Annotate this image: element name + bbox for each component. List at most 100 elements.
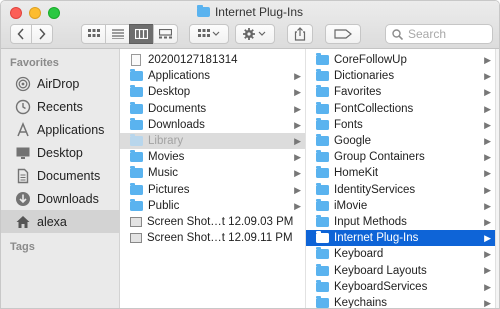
list-item-label: Music <box>148 167 179 180</box>
sidebar-item-recents[interactable]: Recents <box>1 95 119 118</box>
list-item[interactable]: Google ▶ <box>306 133 495 149</box>
list-item-label: Screen Shot…t 12.09.11 PM <box>147 232 293 245</box>
folder-icon <box>316 198 329 211</box>
folder-icon <box>316 53 329 66</box>
folder-icon <box>316 101 329 114</box>
document-icon <box>17 168 29 183</box>
desktop-icon <box>16 147 30 159</box>
column-home: 20200127181314 Applications ▶ Desktop ▶ Do… <box>120 49 306 308</box>
list-item[interactable]: Movies ▶ <box>120 149 305 165</box>
list-item-label: 20200127181314 <box>148 54 238 67</box>
list-item[interactable]: Keyboard Layouts ▶ <box>306 262 495 278</box>
chevron-right-icon <box>39 28 46 40</box>
list-item-label: Screen Shot…t 12.09.03 PM <box>147 215 294 228</box>
sidebar-item-desktop[interactable]: Desktop <box>1 141 119 164</box>
view-mode-group <box>81 24 178 44</box>
folder-icon <box>130 182 143 195</box>
list-item[interactable]: IdentityServices ▶ <box>306 182 495 198</box>
column-library: CoreFollowUp ▶ Dictionaries ▶ Favorites ▶ F… <box>306 49 495 308</box>
list-item[interactable]: Public ▶ <box>120 198 305 214</box>
column-view-icon <box>135 29 148 39</box>
list-item-label: Keyboard Layouts <box>334 264 427 277</box>
gallery-view-button[interactable] <box>153 24 178 44</box>
list-item[interactable]: Fonts ▶ <box>306 117 495 133</box>
sidebar-item-documents[interactable]: Documents <box>1 164 119 187</box>
list-item-label: KeyboardServices <box>334 280 428 293</box>
sidebar-item-label: Documents <box>37 168 101 183</box>
folder-icon <box>316 182 329 195</box>
column-view-button[interactable] <box>129 24 154 44</box>
forward-button[interactable] <box>31 24 53 44</box>
folder-icon <box>316 263 329 276</box>
chevron-right-icon: ▶ <box>484 152 491 163</box>
list-item[interactable]: Input Methods ▶ <box>306 214 495 230</box>
sidebar-item-airdrop[interactable]: AirDrop <box>1 72 119 95</box>
list-item-label: Documents <box>148 102 207 115</box>
list-item-selected[interactable]: Internet Plug-Ins ▶ <box>306 230 495 247</box>
list-item[interactable]: Downloads ▶ <box>120 117 305 133</box>
list-item-label: CoreFollowUp <box>334 54 407 67</box>
text-file-icon <box>131 54 141 67</box>
chevron-right-icon: ▶ <box>294 135 301 146</box>
list-item-label: Favorites <box>334 86 382 99</box>
list-item-label: Applications <box>148 70 211 83</box>
list-item[interactable]: CoreFollowUp ▶ <box>306 52 495 68</box>
icon-view-icon <box>87 29 100 37</box>
list-item[interactable]: KeyboardServices ▶ <box>306 279 495 295</box>
list-item-label: HomeKit <box>334 167 379 180</box>
sidebar-item-applications[interactable]: Applications <box>1 118 119 141</box>
download-icon <box>16 191 30 206</box>
list-item[interactable]: Dictionaries ▶ <box>306 68 495 84</box>
folder-icon <box>316 117 329 130</box>
list-item-selected[interactable]: Library ▶ <box>120 132 305 150</box>
airdrop-icon <box>15 76 31 91</box>
list-item-label: Downloads <box>148 118 205 131</box>
list-item[interactable]: FontCollections ▶ <box>306 101 495 117</box>
list-item[interactable]: Keyboard ▶ <box>306 246 495 262</box>
column-scroll-edge[interactable] <box>495 49 499 308</box>
list-item[interactable]: Desktop ▶ <box>120 84 305 100</box>
list-item[interactable]: Group Containers ▶ <box>306 149 495 165</box>
list-view-button[interactable] <box>105 24 130 44</box>
search-icon <box>392 28 403 40</box>
back-button[interactable] <box>10 24 32 44</box>
list-item[interactable]: Screen Shot…t 12.09.11 PM <box>120 230 305 246</box>
sidebar-item-alexa[interactable]: alexa <box>1 210 119 233</box>
list-item[interactable]: iMovie ▶ <box>306 198 495 214</box>
sidebar-item-downloads[interactable]: Downloads <box>1 187 119 210</box>
list-item[interactable]: Favorites ▶ <box>306 84 495 100</box>
list-item[interactable]: Music ▶ <box>120 165 305 181</box>
list-item[interactable]: Pictures ▶ <box>120 182 305 198</box>
list-item-label: Google <box>334 135 372 148</box>
chevron-right-icon: ▶ <box>484 297 491 308</box>
window-title: Internet Plug-Ins <box>1 5 499 19</box>
search-input[interactable] <box>408 27 488 41</box>
search-field[interactable] <box>385 24 493 44</box>
chevron-right-icon: ▶ <box>484 184 491 195</box>
chevron-right-icon: ▶ <box>294 200 301 211</box>
tag-button[interactable] <box>325 24 361 44</box>
list-item[interactable]: Applications ▶ <box>120 68 305 84</box>
folder-icon <box>130 198 143 211</box>
tags-header: Tags <box>10 241 35 253</box>
list-item[interactable]: Keychains ▶ <box>306 295 495 308</box>
image-file-icon <box>130 233 142 244</box>
share-button[interactable] <box>287 24 313 44</box>
list-item[interactable]: Screen Shot…t 12.09.03 PM <box>120 214 305 230</box>
list-item-label: Group Containers <box>334 151 425 164</box>
finder-window: Internet Plug-Ins Search Favorites AirDr… <box>0 0 500 309</box>
chevron-right-icon: ▶ <box>484 281 491 292</box>
arrange-button[interactable] <box>189 24 229 44</box>
list-item[interactable]: 20200127181314 <box>120 52 305 68</box>
list-item[interactable]: HomeKit ▶ <box>306 165 495 181</box>
list-item-label: Desktop <box>148 86 191 99</box>
icon-view-button[interactable] <box>81 24 106 44</box>
action-menu-button[interactable] <box>235 24 275 44</box>
chevron-right-icon: ▶ <box>294 152 301 163</box>
folder-icon <box>316 150 329 163</box>
sidebar-item-label: AirDrop <box>37 76 80 91</box>
sidebar: Favorites AirDrop Recents Applications D… <box>1 49 120 308</box>
list-item-label: Input Methods <box>334 215 407 228</box>
list-item[interactable]: Documents ▶ <box>120 101 305 117</box>
chevron-right-icon: ▶ <box>484 249 491 260</box>
